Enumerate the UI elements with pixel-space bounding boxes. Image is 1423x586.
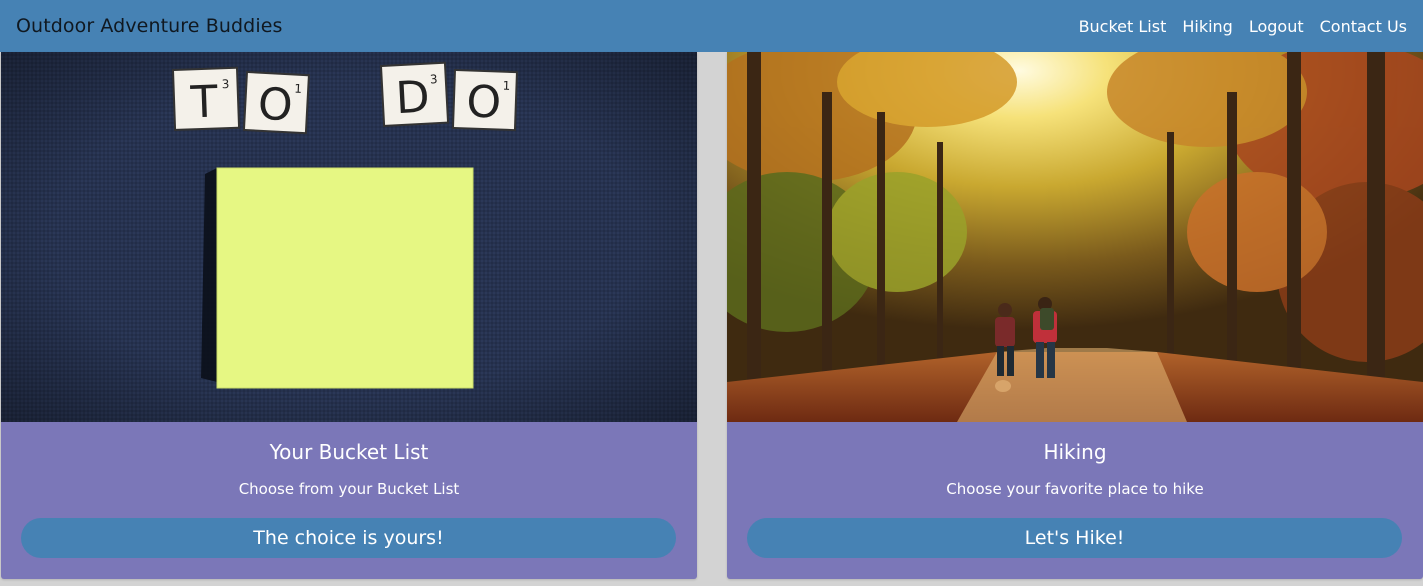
to-do-image: T 3 O 1 D 3 O 1 — [1, 52, 697, 422]
card-text: Choose your favorite place to hike — [946, 480, 1204, 498]
hiking-card: Hiking Choose your favorite place to hik… — [727, 52, 1423, 579]
bucket-list-button[interactable]: The choice is yours! — [21, 518, 676, 558]
nav-link-logout[interactable]: Logout — [1249, 17, 1304, 36]
card-text: Choose from your Bucket List — [238, 480, 460, 498]
navbar: Outdoor Adventure Buddies Bucket List Hi… — [0, 0, 1423, 52]
svg-text:O: O — [466, 76, 502, 128]
card-title: Your Bucket List — [269, 440, 429, 464]
sticky-note — [217, 168, 473, 388]
tile-o: O 1 — [242, 70, 310, 135]
nav-link-bucket-list[interactable]: Bucket List — [1079, 17, 1167, 36]
brand-link[interactable]: Outdoor Adventure Buddies — [16, 15, 283, 37]
svg-text:O: O — [257, 79, 294, 132]
svg-text:1: 1 — [294, 82, 302, 96]
tile-o2: O 1 — [451, 68, 518, 132]
svg-text:1: 1 — [502, 79, 510, 93]
card-title: Hiking — [1043, 440, 1107, 464]
forest-trail-image — [727, 52, 1423, 422]
nav-link-contact-us[interactable]: Contact Us — [1320, 17, 1407, 36]
nav-link-hiking[interactable]: Hiking — [1182, 17, 1232, 36]
svg-text:D: D — [394, 72, 431, 125]
tile-t: T 3 — [171, 66, 241, 131]
svg-text:T: T — [189, 76, 219, 128]
svg-text:3: 3 — [221, 77, 229, 91]
bucket-list-card: T 3 O 1 D 3 O 1 Your Bucket List Choose … — [1, 52, 697, 579]
hiking-button[interactable]: Let's Hike! — [747, 518, 1402, 558]
tile-d: D 3 — [379, 61, 450, 127]
svg-text:3: 3 — [430, 72, 438, 86]
nav-links: Bucket List Hiking Logout Contact Us — [1079, 17, 1407, 36]
